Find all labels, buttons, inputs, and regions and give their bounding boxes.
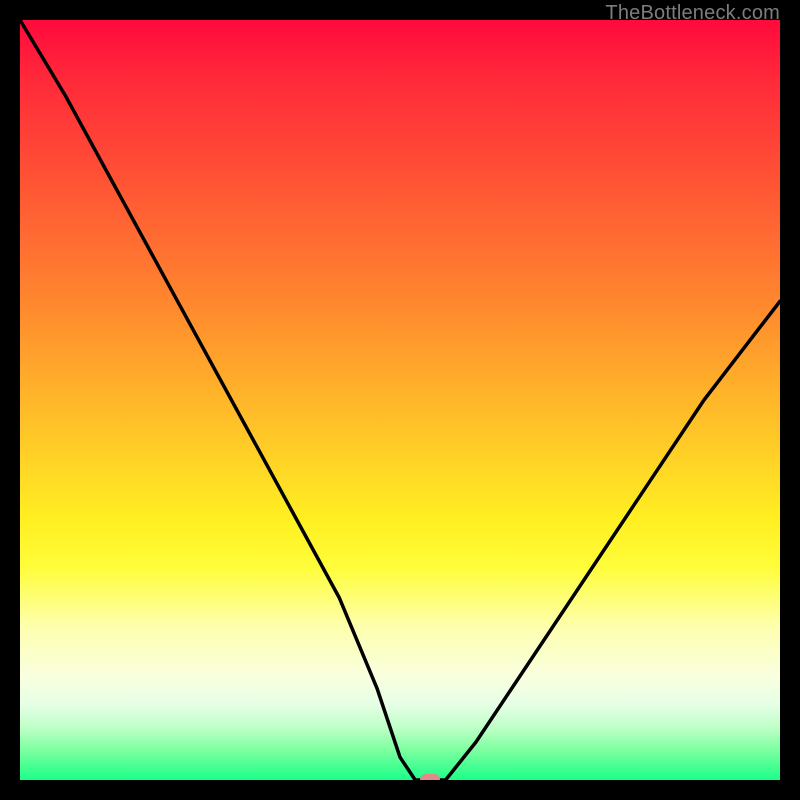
minimum-marker [420, 774, 440, 780]
bottleneck-curve-path [20, 20, 780, 780]
curve-svg [20, 20, 780, 780]
plot-area [20, 20, 780, 780]
